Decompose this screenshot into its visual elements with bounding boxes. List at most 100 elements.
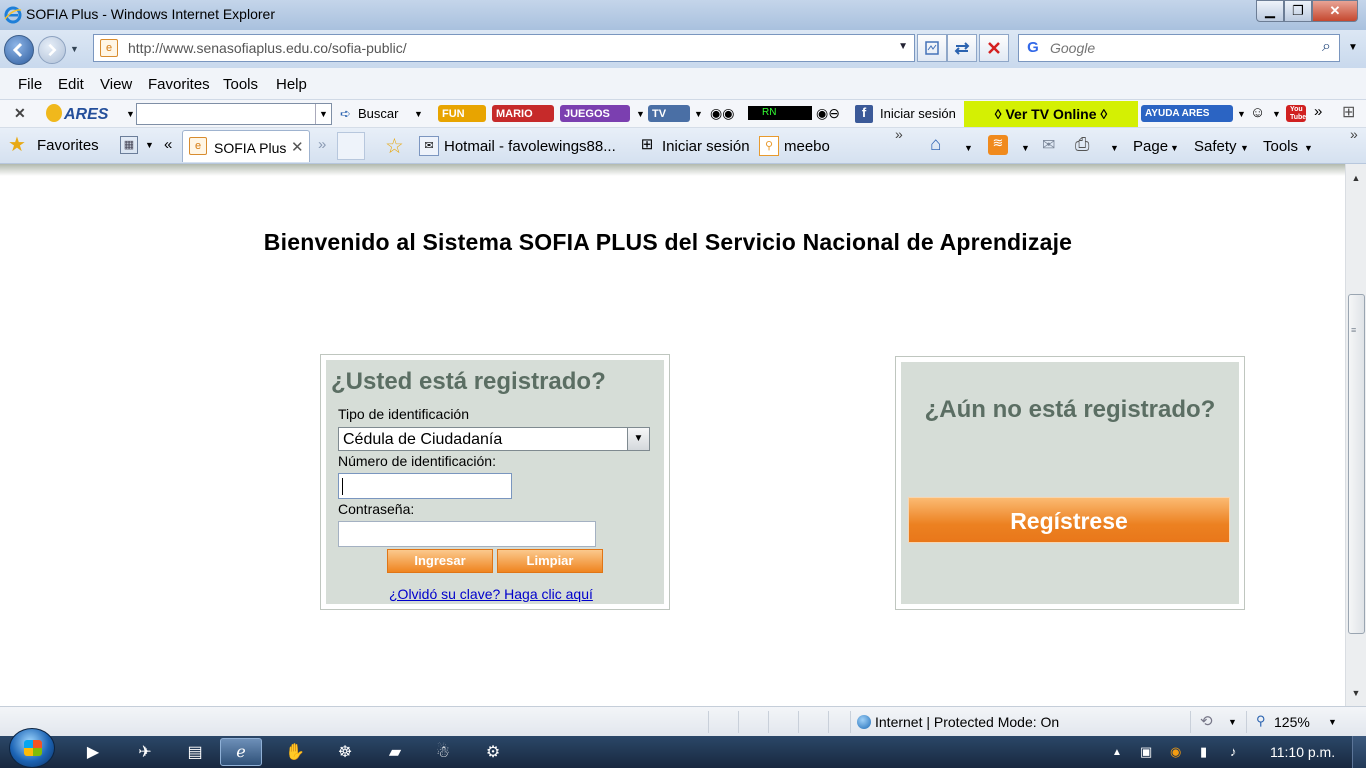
tab-scroll-left-icon[interactable]: « bbox=[164, 136, 172, 153]
ingresar-button[interactable]: Ingresar bbox=[387, 549, 493, 573]
clock[interactable]: 11:10 p.m. bbox=[1270, 744, 1335, 760]
messenger-taskbar-icon[interactable]: ✈ bbox=[124, 738, 166, 766]
menu-tools[interactable]: Tools bbox=[223, 76, 258, 93]
buscar-button[interactable]: Buscar bbox=[358, 106, 398, 121]
address-dropdown-icon[interactable]: ▼ bbox=[898, 41, 908, 52]
ayuda-dropdown-icon[interactable]: ▼ bbox=[1237, 109, 1246, 119]
id-number-input[interactable] bbox=[338, 473, 512, 499]
ares-search-dropdown-icon[interactable]: ▼ bbox=[315, 104, 331, 124]
favorites-button[interactable]: Favorites bbox=[37, 137, 99, 154]
new-tab-button[interactable] bbox=[337, 132, 365, 160]
ayuda-ares-button[interactable]: AYUDA ARES bbox=[1141, 105, 1233, 122]
feeds-dropdown-icon[interactable]: ▼ bbox=[1021, 143, 1030, 153]
home-icon[interactable]: ⌂ bbox=[930, 134, 941, 156]
menu-file[interactable]: File bbox=[18, 76, 42, 93]
favlinks-more-icon[interactable]: » bbox=[895, 126, 903, 142]
quick-tabs-icon[interactable]: ▦ bbox=[120, 136, 138, 154]
registrese-button[interactable]: Regístrese bbox=[908, 497, 1230, 543]
menu-view[interactable]: View bbox=[100, 76, 132, 93]
favlink-hotmail[interactable]: Hotmail - favolewings88... bbox=[444, 138, 616, 155]
toolbar-add-icon[interactable]: ⊞ bbox=[1342, 102, 1355, 122]
print-icon[interactable]: ⎙ bbox=[1075, 134, 1089, 155]
password-input[interactable] bbox=[338, 521, 596, 547]
id-type-dropdown-icon[interactable]: ▼ bbox=[627, 428, 649, 450]
close-button[interactable]: ✕ bbox=[1312, 0, 1358, 22]
tab-close-icon[interactable]: ✕ bbox=[291, 138, 304, 156]
mail-icon[interactable]: ✉ bbox=[1042, 135, 1055, 155]
compatibility-view-button[interactable] bbox=[917, 34, 947, 62]
tab-sofia-plus[interactable]: e SOFIA Plus ✕ bbox=[182, 130, 310, 162]
juegos-button[interactable]: JUEGOS bbox=[560, 105, 630, 122]
forgot-password-link[interactable]: ¿Olvidó su clave? Haga clic aquí bbox=[389, 586, 593, 602]
ie-taskbar-icon[interactable]: ℯ bbox=[220, 738, 262, 766]
ares-menu-dropdown-icon[interactable]: ▼ bbox=[126, 109, 135, 119]
media-player-taskbar-icon[interactable]: ▶ bbox=[72, 738, 114, 766]
juegos-dropdown-icon[interactable]: ▼ bbox=[636, 109, 645, 119]
search-options-icon[interactable]: ▼ bbox=[1348, 42, 1358, 53]
tools-menu[interactable]: Tools bbox=[1263, 138, 1298, 155]
radio-volume-icon[interactable]: ◉⊖ bbox=[816, 105, 840, 122]
popup-blocker-icon[interactable]: ⟲ bbox=[1200, 712, 1213, 730]
favlink-iniciar-sesion[interactable]: Iniciar sesión bbox=[662, 138, 750, 155]
start-button[interactable] bbox=[9, 728, 55, 768]
volume-icon[interactable]: ♪ bbox=[1230, 744, 1237, 759]
tv-dropdown-icon[interactable]: ▼ bbox=[694, 109, 703, 119]
page-menu[interactable]: Page bbox=[1133, 138, 1168, 155]
toolbar-close-icon[interactable]: ✕ bbox=[14, 105, 26, 122]
popup-dropdown-icon[interactable]: ▼ bbox=[1228, 717, 1237, 727]
zoom-dropdown-icon[interactable]: ▼ bbox=[1328, 717, 1337, 727]
menu-edit[interactable]: Edit bbox=[58, 76, 84, 93]
scroll-up-icon[interactable]: ▲ bbox=[1346, 170, 1366, 187]
commands-more-icon[interactable]: » bbox=[1350, 126, 1358, 142]
mario-button[interactable]: MARIO bbox=[492, 105, 554, 122]
add-favorites-icon[interactable]: ☆ bbox=[385, 134, 404, 159]
favlink-meebo[interactable]: meebo bbox=[784, 138, 830, 155]
toolbar-more-icon[interactable]: » bbox=[1314, 103, 1322, 120]
ares-tray-icon[interactable]: ◉ bbox=[1170, 744, 1181, 760]
fun-button[interactable]: FUN bbox=[438, 105, 486, 122]
network-icon[interactable]: ▣ bbox=[1140, 744, 1152, 760]
radio-controls-icon[interactable]: ◉◉ bbox=[710, 105, 734, 122]
refresh-button[interactable] bbox=[947, 34, 977, 62]
app-taskbar-icon-2[interactable]: ☸ bbox=[324, 738, 366, 766]
minimize-button[interactable]: ▁ bbox=[1256, 0, 1284, 22]
messenger-icon[interactable]: ☺ bbox=[1250, 104, 1265, 121]
app-taskbar-icon-5[interactable]: ⚙ bbox=[472, 738, 514, 766]
menu-favorites[interactable]: Favorites bbox=[148, 76, 210, 93]
ver-tv-online-button[interactable]: ◊ Ver TV Online ◊ bbox=[964, 101, 1138, 127]
search-box[interactable]: G ⌕ bbox=[1018, 34, 1340, 62]
back-button[interactable] bbox=[4, 35, 34, 65]
print-dropdown-icon[interactable]: ▼ bbox=[1110, 143, 1119, 153]
tab-list-dropdown-icon[interactable]: ▼ bbox=[145, 140, 154, 150]
id-type-select[interactable]: Cédula de Ciudadanía ▼ bbox=[338, 427, 650, 451]
zoom-level[interactable]: 125% bbox=[1274, 714, 1310, 730]
forward-button[interactable] bbox=[38, 36, 66, 64]
address-field[interactable]: e http://www.senasofiaplus.edu.co/sofia-… bbox=[93, 34, 915, 62]
history-dropdown-icon[interactable]: ▼ bbox=[70, 44, 79, 54]
search-icon[interactable]: ⌕ bbox=[1322, 38, 1331, 56]
show-desktop-button[interactable] bbox=[1352, 736, 1366, 768]
ares-logo[interactable]: ARES bbox=[46, 104, 108, 124]
messenger-dropdown-icon[interactable]: ▼ bbox=[1272, 109, 1281, 119]
page-menu-dropdown-icon[interactable]: ▼ bbox=[1170, 143, 1179, 153]
favorites-star-icon[interactable]: ★ bbox=[8, 135, 26, 155]
security-zone[interactable]: Internet | Protected Mode: On bbox=[857, 714, 1059, 730]
scroll-down-icon[interactable]: ▼ bbox=[1346, 685, 1366, 702]
menu-help[interactable]: Help bbox=[276, 76, 307, 93]
power-icon[interactable]: ▮ bbox=[1200, 744, 1207, 760]
feeds-icon[interactable]: ≋ bbox=[988, 135, 1008, 155]
safety-menu[interactable]: Safety bbox=[1194, 138, 1237, 155]
app-taskbar-icon-4[interactable]: ☃ bbox=[422, 738, 464, 766]
ares-iniciar-sesion-link[interactable]: Iniciar sesión bbox=[880, 106, 956, 121]
search-input[interactable] bbox=[1050, 40, 1300, 56]
youtube-button[interactable]: You Tube bbox=[1286, 105, 1306, 122]
safety-menu-dropdown-icon[interactable]: ▼ bbox=[1240, 143, 1249, 153]
stop-button[interactable] bbox=[979, 34, 1009, 62]
tv-button[interactable]: TV bbox=[648, 105, 690, 122]
tray-expand-icon[interactable]: ▲ bbox=[1112, 747, 1122, 758]
app-taskbar-icon-1[interactable]: ✋ bbox=[274, 738, 316, 766]
app-taskbar-icon-3[interactable]: ▰ bbox=[374, 738, 416, 766]
maximize-button[interactable]: ❐ bbox=[1284, 0, 1312, 22]
buscar-dropdown-icon[interactable]: ▼ bbox=[414, 109, 423, 119]
scroll-thumb[interactable] bbox=[1348, 294, 1365, 634]
